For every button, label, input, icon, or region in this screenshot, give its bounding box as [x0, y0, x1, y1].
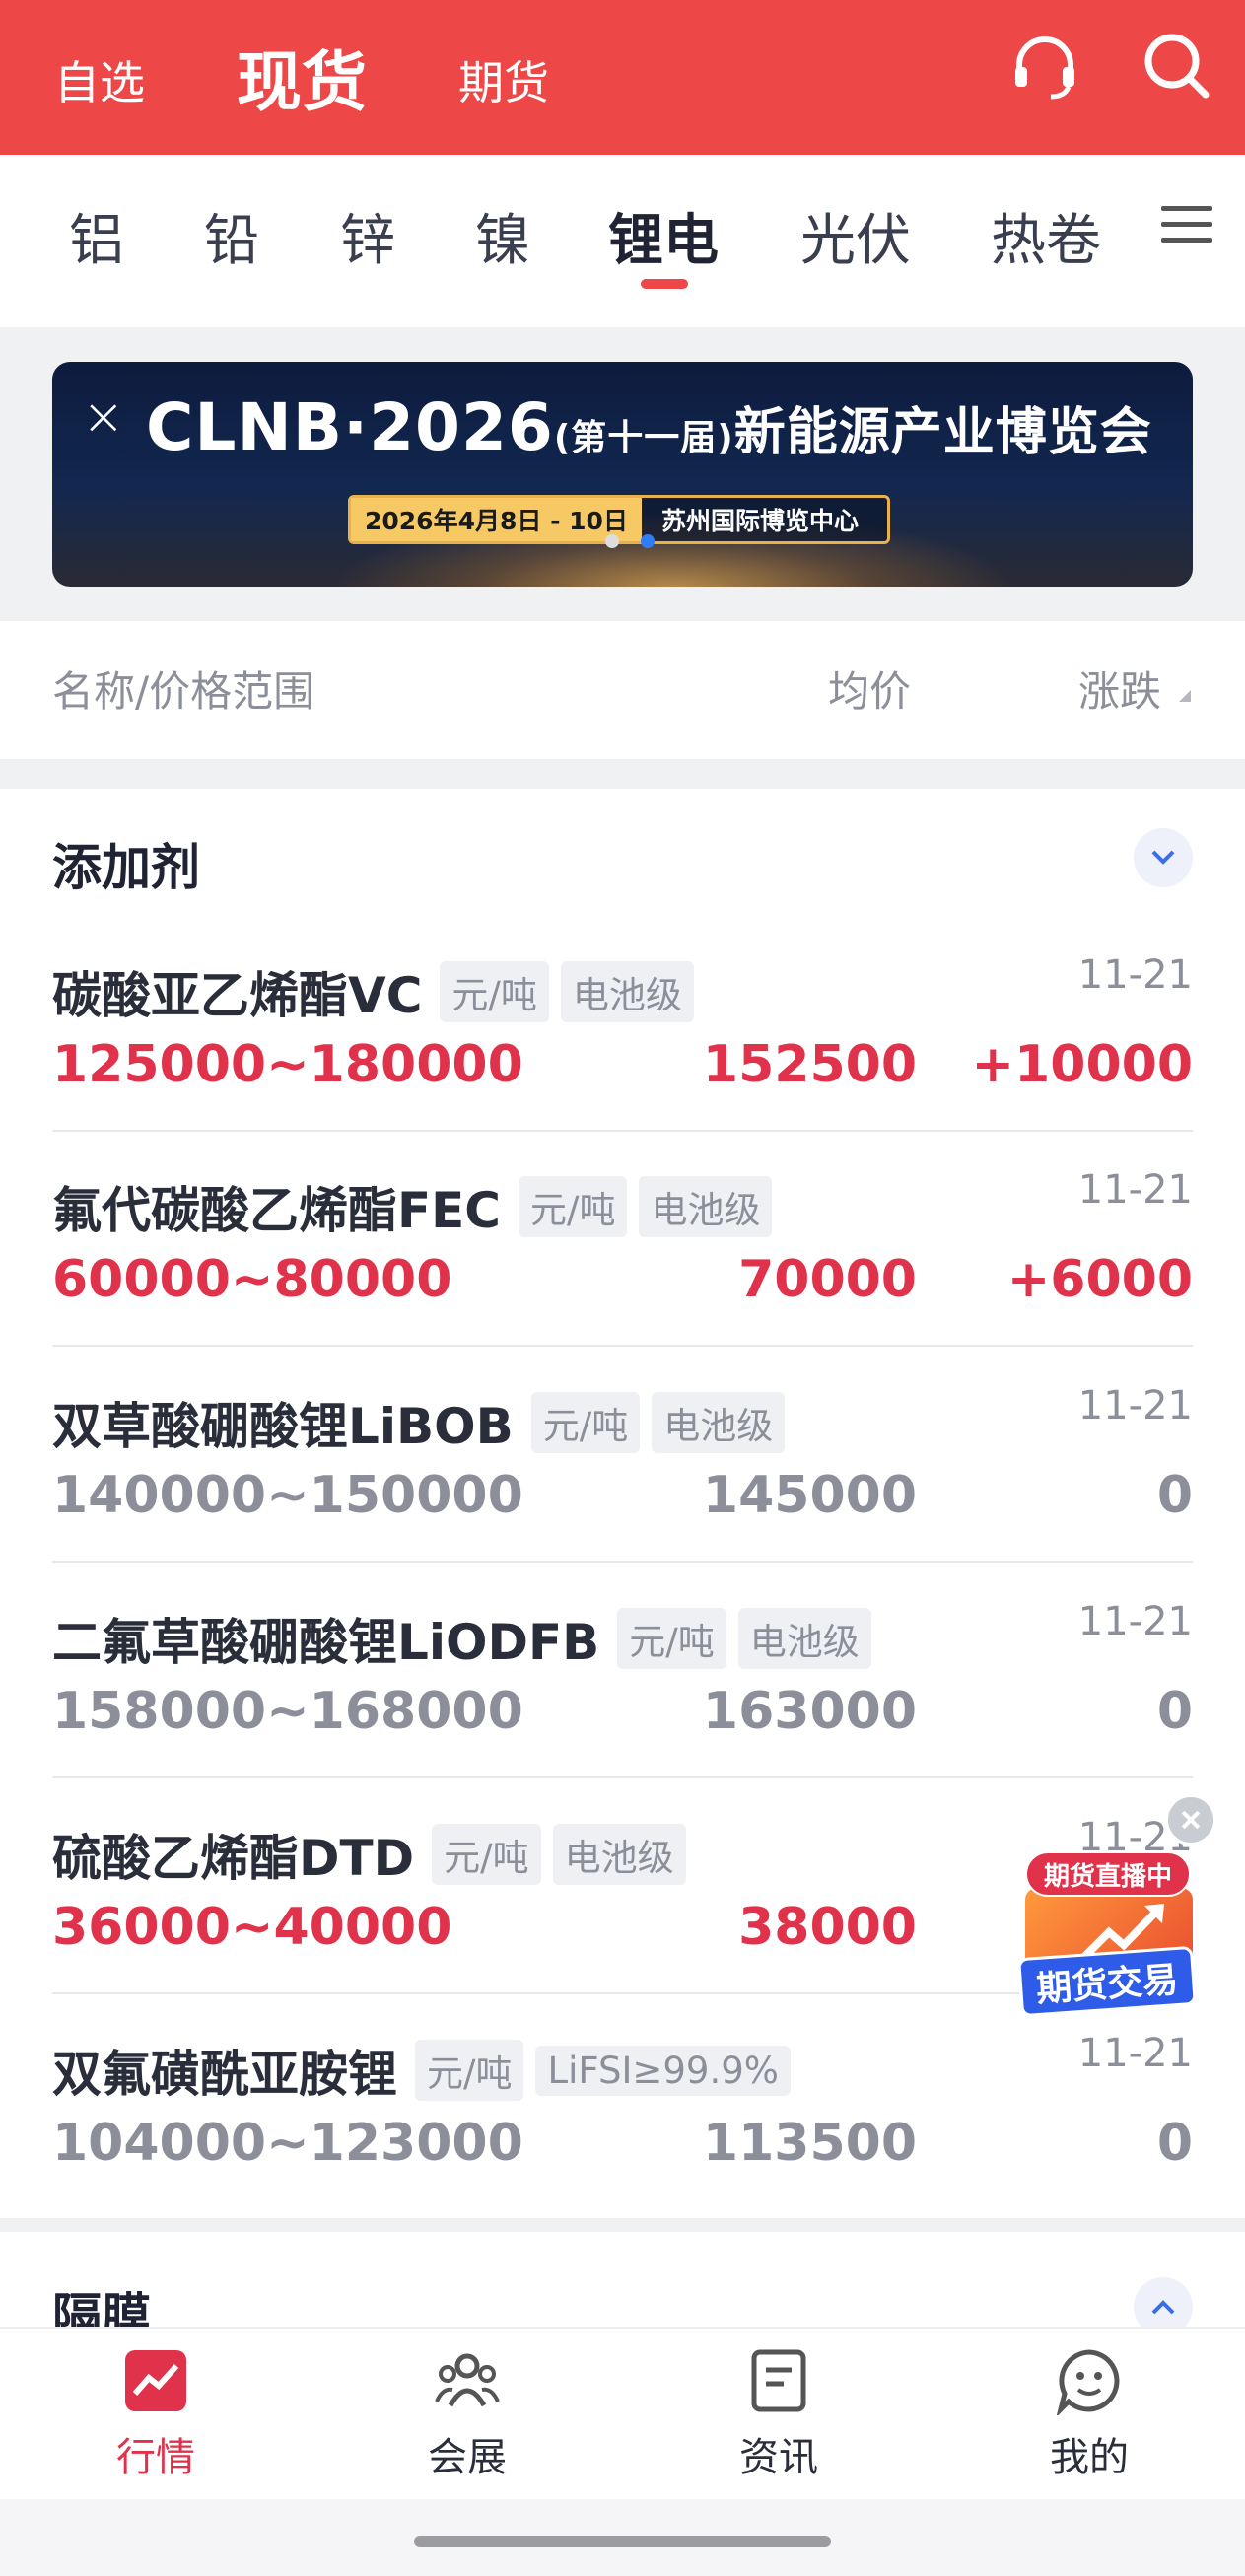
tab-xianhuo[interactable]: 现货	[237, 30, 367, 124]
unit-tag: 元/吨	[432, 1824, 541, 1885]
tab-zixuan[interactable]: 自选	[54, 47, 145, 112]
chevron-down-icon[interactable]	[1134, 828, 1193, 887]
banner-title: CLNB·2026(第十一届)新能源产业博览会	[146, 389, 1152, 465]
active-tab-indicator	[641, 279, 688, 289]
row-date: 11-21	[1077, 1383, 1193, 1428]
section-separator-film: 隔膜	[0, 2232, 1245, 2345]
chart-icon	[121, 2346, 190, 2415]
promo-banner[interactable]: × CLNB·2026(第十一届)新能源产业博览会 2026年4月8日 - 10…	[52, 362, 1193, 587]
price-change: 0	[1156, 1466, 1193, 1525]
column-header: 名称/价格范围 均价 涨跌	[0, 621, 1245, 749]
unit-tag: 元/吨	[415, 2040, 524, 2101]
section-title: 添加剂	[52, 839, 200, 896]
price-range: 60000~80000	[52, 1250, 452, 1309]
list-item[interactable]: 双草酸硼酸锂LiBOB 元/吨 电池级 11-21 140000~150000 14…	[52, 1348, 1193, 1563]
column-name: 名称/价格范围	[52, 667, 315, 716]
price-range: 36000~40000	[52, 1898, 452, 1957]
list-item[interactable]: 氟代碳酸乙烯酯FEC 元/吨 电池级 11-21 60000~80000 70000…	[52, 1132, 1193, 1347]
avg-price: 163000	[702, 1682, 917, 1741]
close-icon[interactable]: ×	[82, 391, 125, 443]
price-range: 140000~150000	[52, 1466, 523, 1525]
menu-icon[interactable]	[1161, 206, 1212, 245]
banner-area: × CLNB·2026(第十一届)新能源产业博览会 2026年4月8日 - 10…	[0, 327, 1245, 621]
bottom-nav: 行情 会展 资讯 我的	[0, 2327, 1245, 2499]
column-change-sort[interactable]: 涨跌	[1078, 659, 1161, 719]
category-tab-qian[interactable]: 铅	[204, 196, 259, 276]
category-tab-rejuan[interactable]: 热卷	[991, 196, 1101, 276]
top-header: 自选 现货 期货	[0, 0, 1245, 155]
price-range: 125000~180000	[52, 1035, 523, 1094]
avg-price: 38000	[738, 1898, 917, 1957]
float-ad-label[interactable]: 期货交易	[1017, 1945, 1197, 2018]
category-tabs: 铝 铅 锌 镍 锂电 光伏 热卷	[0, 155, 1245, 327]
search-icon[interactable]	[1139, 28, 1217, 106]
nav-market[interactable]: 行情	[77, 2346, 235, 2482]
category-tab-lidian[interactable]: 锂电	[608, 196, 719, 276]
headset-icon[interactable]	[1005, 28, 1084, 106]
avg-price: 70000	[738, 1250, 917, 1309]
grade-tag: 电池级	[652, 1392, 786, 1453]
live-badge[interactable]: 期货直播中	[1025, 1851, 1191, 1897]
price-range: 104000~123000	[52, 2114, 523, 2173]
list-item[interactable]: 碳酸亚乙烯酯VC 元/吨 电池级 11-21 125000~180000 15250…	[52, 917, 1193, 1132]
grade-tag: 电池级	[560, 961, 694, 1022]
home-indicator[interactable]	[414, 2536, 831, 2547]
avg-price: 152500	[702, 1035, 917, 1094]
row-date: 11-21	[1077, 1599, 1193, 1644]
banner-venue: 苏州国际博览中心	[660, 507, 859, 535]
grade-tag: 电池级	[639, 1176, 773, 1237]
price-change: 0	[1156, 1682, 1193, 1741]
close-icon[interactable]	[1165, 1794, 1216, 1845]
unit-tag: 元/吨	[519, 1176, 628, 1237]
nav-exhibition[interactable]: 会展	[388, 2346, 546, 2482]
home-indicator-area	[0, 2499, 1245, 2576]
grade-tag: 电池级	[737, 1608, 871, 1669]
grade-tag: LiFSI≥99.9%	[535, 2045, 791, 2096]
category-tab-xin[interactable]: 锌	[340, 196, 395, 276]
row-date: 11-21	[1077, 2031, 1193, 2076]
price-range: 158000~168000	[52, 1682, 523, 1741]
price-change: 0	[1156, 2114, 1193, 2173]
nav-news[interactable]: 资讯	[700, 2346, 858, 2482]
tab-qihuo[interactable]: 期货	[458, 47, 549, 112]
list-item[interactable]: 二氟草酸硼酸锂LiODFB 元/吨 电池级 11-21 158000~168000 …	[52, 1564, 1193, 1778]
banner-date: 2026年4月8日 - 10日	[351, 498, 642, 541]
unit-tag: 元/吨	[617, 1608, 726, 1669]
avg-price: 145000	[702, 1466, 917, 1525]
row-date: 11-21	[1077, 1167, 1193, 1213]
banner-date-box: 2026年4月8日 - 10日 苏州国际博览中心	[348, 495, 890, 544]
document-icon	[744, 2346, 813, 2415]
list-item[interactable]: 双氟磺酰亚胺锂 元/吨 LiFSI≥99.9% 11-21 104000~12300…	[52, 1995, 1193, 2210]
carousel-dot-active[interactable]	[641, 534, 655, 548]
chat-face-icon	[1055, 2346, 1124, 2418]
column-avg: 均价	[828, 667, 912, 716]
unit-tag: 元/吨	[530, 1392, 641, 1453]
nav-profile[interactable]: 我的	[1010, 2346, 1168, 2482]
price-change: +6000	[1006, 1250, 1193, 1309]
carousel-dot[interactable]	[605, 534, 619, 548]
category-tab-guangfu[interactable]: 光伏	[800, 196, 911, 276]
avg-price: 113500	[702, 2114, 917, 2173]
category-tab-lv[interactable]: 铝	[69, 196, 124, 276]
grade-tag: 电池级	[552, 1824, 686, 1885]
unit-tag: 元/吨	[440, 961, 549, 1022]
users-icon	[433, 2346, 502, 2415]
sort-caret-icon	[1179, 690, 1191, 702]
category-tab-nie[interactable]: 镍	[475, 196, 530, 276]
row-date: 11-21	[1077, 952, 1193, 998]
price-change: +10000	[971, 1035, 1193, 1094]
